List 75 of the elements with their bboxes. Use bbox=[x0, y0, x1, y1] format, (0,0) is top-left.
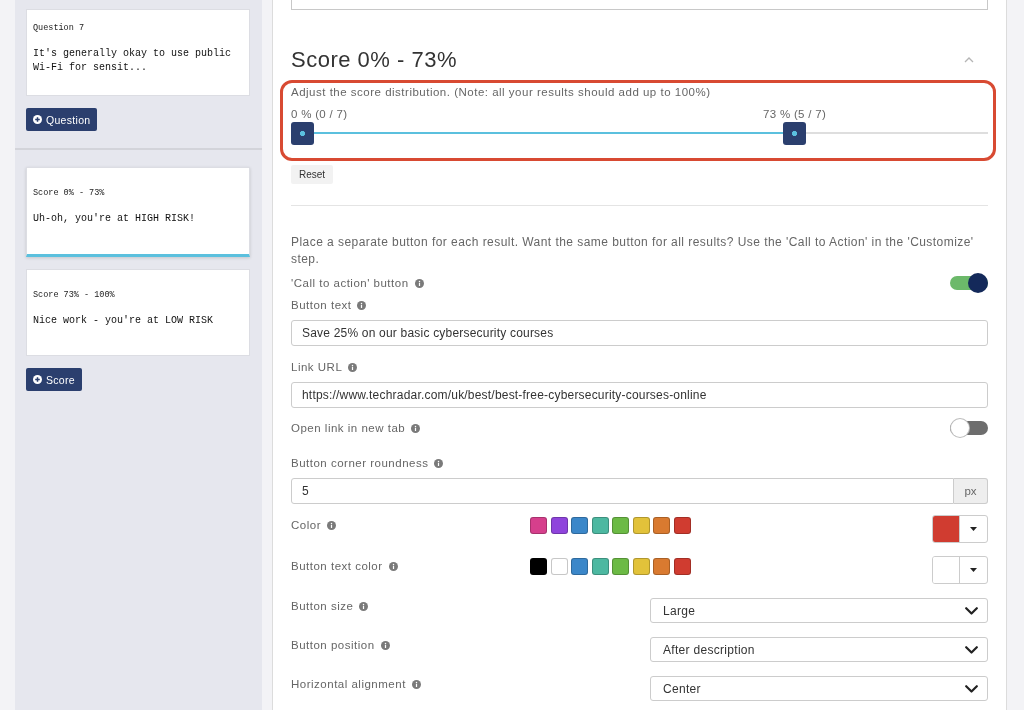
swatch-icon[interactable] bbox=[550, 517, 568, 534]
setting-label: Button text color bbox=[291, 559, 383, 574]
info-icon bbox=[414, 278, 424, 288]
plus-circle-icon bbox=[33, 375, 42, 384]
swatch-icon[interactable] bbox=[673, 517, 691, 534]
color-picker[interactable] bbox=[932, 515, 988, 543]
dropdown[interactable]: Center bbox=[650, 676, 988, 701]
setting-label: Button corner roundness bbox=[291, 456, 429, 471]
info-icon bbox=[380, 640, 390, 650]
setting-label: Button size bbox=[291, 599, 354, 614]
setting-label: Horizontal alignment bbox=[291, 677, 406, 692]
text-field[interactable]: Save 25% on our basic cybersecurity courses bbox=[291, 320, 988, 346]
swatch-icon[interactable] bbox=[530, 558, 547, 575]
swatch-icon[interactable] bbox=[591, 558, 609, 575]
setting-label: Color bbox=[291, 518, 321, 533]
setting-label: Button text bbox=[291, 298, 352, 313]
info-icon bbox=[359, 601, 369, 611]
number-field[interactable]: 5 bbox=[291, 478, 954, 504]
caret-icon bbox=[970, 568, 977, 572]
swatch-icon[interactable] bbox=[530, 517, 547, 534]
swatch-icon[interactable] bbox=[571, 517, 588, 534]
card-title: Score 0% - 73% bbox=[33, 188, 106, 198]
dropdown[interactable]: After description bbox=[650, 637, 988, 662]
question-card[interactable]: Question 7 It's generally okay to use public Wi-Fi for sensit... bbox=[26, 9, 250, 96]
chevron-up-icon[interactable] bbox=[964, 57, 974, 63]
handle-label: 0 % (0 / 7) bbox=[291, 107, 348, 121]
description-field[interactable] bbox=[291, 0, 988, 10]
swatch-icon[interactable] bbox=[591, 517, 609, 534]
section-title: Score 0% - 73% bbox=[291, 47, 457, 73]
slider-handle[interactable] bbox=[291, 122, 314, 145]
setting-label: Link URL bbox=[291, 360, 343, 375]
swatch-icon[interactable] bbox=[653, 517, 670, 534]
swatch-icon[interactable] bbox=[612, 558, 629, 575]
color-picker[interactable] bbox=[932, 556, 988, 584]
info-icon bbox=[411, 423, 421, 433]
caret-icon bbox=[970, 527, 977, 531]
chevron-down-icon bbox=[965, 645, 978, 654]
setting-label: Open link in new tab bbox=[291, 421, 406, 436]
swatch-icon[interactable] bbox=[571, 558, 588, 575]
help-text: Place a separate button for each result. Want the same button for all results? Use the 'Call to Action' in the 'Customize' step. bbox=[291, 234, 975, 268]
score-card[interactable]: Score 0% - 73% Uh-oh, you're at HIGH RISK! bbox=[26, 167, 250, 257]
info-icon bbox=[434, 458, 444, 468]
card-text: It's generally okay to use public Wi-Fi for sensit... bbox=[33, 46, 233, 75]
info-icon bbox=[327, 520, 336, 530]
add-question-button[interactable]: Question bbox=[26, 108, 98, 131]
chevron-down-icon bbox=[965, 606, 978, 615]
score-card[interactable]: Score 73% - 100% Nice work - you're at LOW RISK bbox=[26, 269, 250, 356]
slider-hint: Adjust the score distribution. (Note: all your results should add up to 100%) bbox=[291, 85, 712, 99]
toggle-switch[interactable] bbox=[950, 273, 988, 293]
text-field[interactable]: https://www.techradar.com/uk/best/best-free-cybersecurity-courses-online bbox=[291, 382, 988, 408]
card-title: Question 7 bbox=[33, 22, 85, 33]
dropdown[interactable]: Large bbox=[650, 598, 988, 623]
swatch-icon[interactable] bbox=[550, 558, 568, 575]
handle-label: 73 % (5 / 7) bbox=[763, 107, 827, 121]
swatch-icon[interactable] bbox=[653, 558, 670, 575]
card-title: Score 73% - 100% bbox=[33, 289, 116, 300]
slider-handle[interactable] bbox=[783, 122, 806, 145]
add-score-button[interactable]: Score bbox=[26, 368, 82, 391]
toggle-switch[interactable] bbox=[950, 418, 988, 438]
reset-button[interactable]: Reset bbox=[291, 165, 334, 184]
swatch-icon[interactable] bbox=[632, 558, 650, 575]
plus-circle-icon bbox=[33, 115, 42, 124]
setting-label: 'Call to action' button bbox=[291, 276, 409, 291]
info-icon bbox=[411, 679, 421, 689]
swatch-icon[interactable] bbox=[612, 517, 629, 534]
swatch-icon[interactable] bbox=[673, 558, 691, 575]
card-text: Uh-oh, you're at HIGH RISK! bbox=[33, 212, 197, 226]
chevron-down-icon bbox=[965, 684, 978, 693]
info-icon bbox=[348, 362, 358, 372]
info-icon bbox=[357, 300, 367, 310]
card-text: Nice work - you're at LOW RISK bbox=[33, 313, 215, 328]
info-icon bbox=[388, 561, 398, 571]
unit-label: px bbox=[954, 478, 988, 504]
setting-label: Button position bbox=[291, 638, 375, 653]
swatch-icon[interactable] bbox=[632, 517, 650, 534]
